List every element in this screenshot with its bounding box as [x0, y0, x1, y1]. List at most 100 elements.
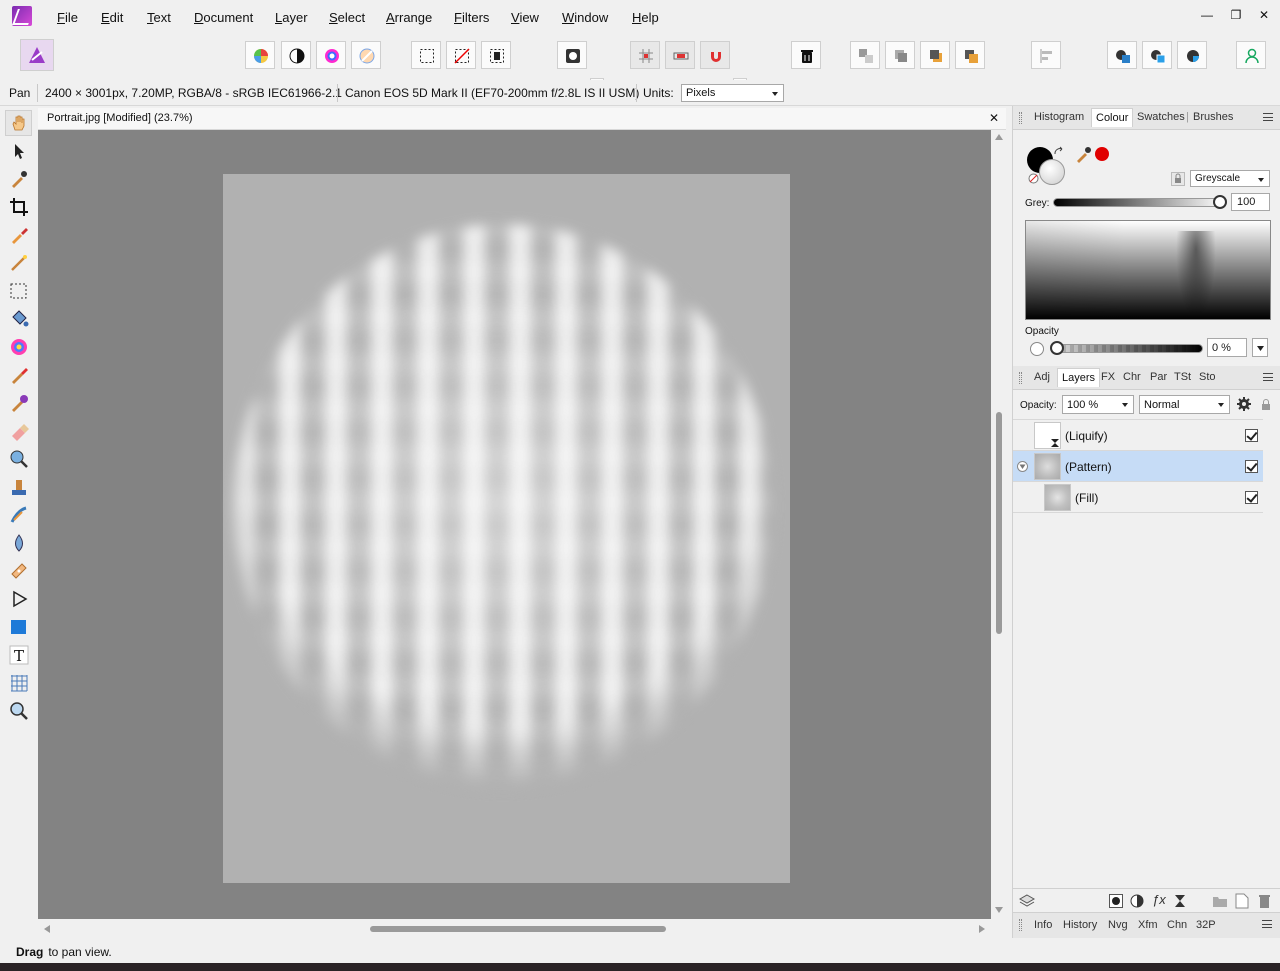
subtract-button[interactable] [1142, 41, 1172, 69]
snapping-guides-button[interactable] [665, 41, 695, 69]
layer-opacity-dropdown[interactable]: 100 % [1062, 395, 1134, 414]
tab-transform[interactable]: Xfm [1138, 919, 1158, 931]
align-button[interactable] [1031, 41, 1061, 69]
blur-tool-icon[interactable] [8, 532, 30, 554]
restore-button[interactable]: ❐ [1227, 8, 1245, 24]
colour-replacement-tool-icon[interactable] [8, 392, 30, 414]
clone-tool-icon[interactable] [8, 476, 30, 498]
document-canvas[interactable] [223, 174, 790, 883]
colour-picker-tool-icon[interactable] [8, 168, 30, 190]
gradient-tool-icon[interactable] [8, 336, 30, 358]
grey-value-field[interactable]: 100 [1231, 193, 1270, 211]
quick-mask-button[interactable] [557, 41, 587, 69]
pan-tool-button[interactable] [5, 110, 32, 136]
vertical-scroll-thumb[interactable] [996, 412, 1002, 634]
inpainting-tool-icon[interactable] [8, 560, 30, 582]
tab-layers[interactable]: Layers [1057, 368, 1101, 387]
tab-navigator[interactable]: Nvg [1108, 919, 1128, 931]
menu-file[interactable]: File [57, 10, 78, 25]
opacity-dropdown[interactable] [1252, 338, 1268, 357]
invert-selection-button[interactable] [481, 41, 511, 69]
menu-help[interactable]: Help [632, 10, 659, 25]
menu-arrange[interactable]: Arrange [386, 10, 432, 25]
zoom-tool-icon[interactable] [8, 700, 30, 722]
panel-menu-icon[interactable] [1263, 373, 1273, 381]
layer-row-fill[interactable]: (Fill) [1013, 482, 1263, 513]
canvas-area[interactable] [38, 130, 991, 919]
scroll-up-icon[interactable] [995, 134, 1003, 140]
layers-stack-icon[interactable] [1019, 893, 1035, 909]
tab-fx[interactable]: FX [1101, 371, 1115, 383]
fx-icon[interactable]: ƒx [1152, 892, 1166, 907]
secondary-colour-well[interactable] [1039, 159, 1065, 185]
deselect-button[interactable] [446, 41, 476, 69]
layer-visibility-checkbox[interactable] [1245, 491, 1258, 504]
horizontal-scroll-thumb[interactable] [370, 926, 666, 932]
marquee-tool-icon[interactable] [8, 280, 30, 302]
opacity-slider-handle[interactable] [1050, 341, 1064, 355]
menu-filters[interactable]: Filters [454, 10, 489, 25]
crop-tool-icon[interactable] [8, 196, 30, 218]
snapping-button[interactable] [700, 41, 730, 69]
tab-adjustments[interactable]: Adj [1034, 371, 1050, 383]
new-layer-icon[interactable] [1235, 893, 1249, 909]
menu-view[interactable]: View [511, 10, 539, 25]
lock-icon[interactable] [1261, 398, 1271, 411]
group-folder-icon[interactable] [1212, 894, 1228, 908]
dodge-tool-icon[interactable] [8, 448, 30, 470]
tab-32bit-preview[interactable]: 32P [1196, 919, 1216, 931]
grey-slider[interactable] [1053, 198, 1225, 207]
delete-button[interactable] [791, 41, 821, 69]
menu-text[interactable]: Text [147, 10, 171, 25]
grey-slider-handle[interactable] [1213, 195, 1227, 209]
swap-colours-icon[interactable] [1053, 146, 1065, 158]
picked-colour-swatch[interactable] [1095, 147, 1109, 161]
account-button[interactable] [1236, 41, 1266, 69]
text-tool-icon[interactable]: T [8, 644, 30, 666]
expand-triangle-icon[interactable] [1017, 461, 1028, 472]
tab-text-styles[interactable]: TSt [1174, 371, 1191, 383]
move-back-one-button[interactable] [885, 41, 915, 69]
tab-channels[interactable]: Chr [1123, 371, 1141, 383]
colour-spectrum[interactable] [1025, 220, 1271, 321]
panel-menu-icon[interactable] [1262, 920, 1272, 928]
blend-mode-dropdown[interactable]: Normal [1139, 395, 1230, 414]
move-forward-one-button[interactable] [920, 41, 950, 69]
erase-tool-icon[interactable] [8, 420, 30, 442]
scroll-down-icon[interactable] [995, 907, 1003, 913]
panel-menu-icon[interactable] [1263, 113, 1273, 121]
auto-levels-button[interactable] [245, 41, 275, 69]
opacity-value-field[interactable]: 0 % [1207, 338, 1247, 357]
opacity-none-icon[interactable] [1030, 342, 1044, 356]
close-document-button[interactable]: ✕ [989, 111, 999, 125]
smudge-tool-icon[interactable] [8, 504, 30, 526]
select-all-button[interactable] [411, 41, 441, 69]
colour-mode-dropdown[interactable]: Greyscale [1190, 170, 1270, 187]
gear-icon[interactable] [1237, 397, 1251, 411]
rectangle-tool-icon[interactable] [8, 616, 30, 638]
tab-colour[interactable]: Colour [1091, 108, 1134, 127]
menu-edit[interactable]: Edit [101, 10, 123, 25]
menu-window[interactable]: Window [562, 10, 608, 25]
horizontal-scrollbar[interactable] [38, 919, 991, 938]
tab-history[interactable]: History [1063, 919, 1097, 931]
panel-grip-icon[interactable] [1019, 919, 1022, 931]
units-dropdown[interactable]: Pixels [681, 84, 784, 102]
snapping-grid-button[interactable] [630, 41, 660, 69]
layer-row-pattern[interactable]: (Pattern) [1013, 451, 1263, 482]
minimize-button[interactable]: — [1198, 8, 1216, 24]
add-button[interactable] [1107, 41, 1137, 69]
panel-grip-icon[interactable] [1019, 112, 1022, 124]
tab-channels[interactable]: Chn [1167, 919, 1187, 931]
intersect-button[interactable] [1177, 41, 1207, 69]
tab-swatches[interactable]: Swatches [1137, 111, 1185, 123]
auto-white-balance-button[interactable] [351, 41, 381, 69]
close-window-button[interactable]: ✕ [1255, 8, 1273, 24]
scroll-left-icon[interactable] [44, 925, 50, 933]
app-logo-icon[interactable] [12, 6, 32, 26]
auto-colours-button[interactable] [316, 41, 346, 69]
layer-visibility-checkbox[interactable] [1245, 460, 1258, 473]
menu-document[interactable]: Document [194, 10, 253, 25]
paint-brush-tool-icon[interactable] [8, 364, 30, 386]
scroll-right-icon[interactable] [979, 925, 985, 933]
